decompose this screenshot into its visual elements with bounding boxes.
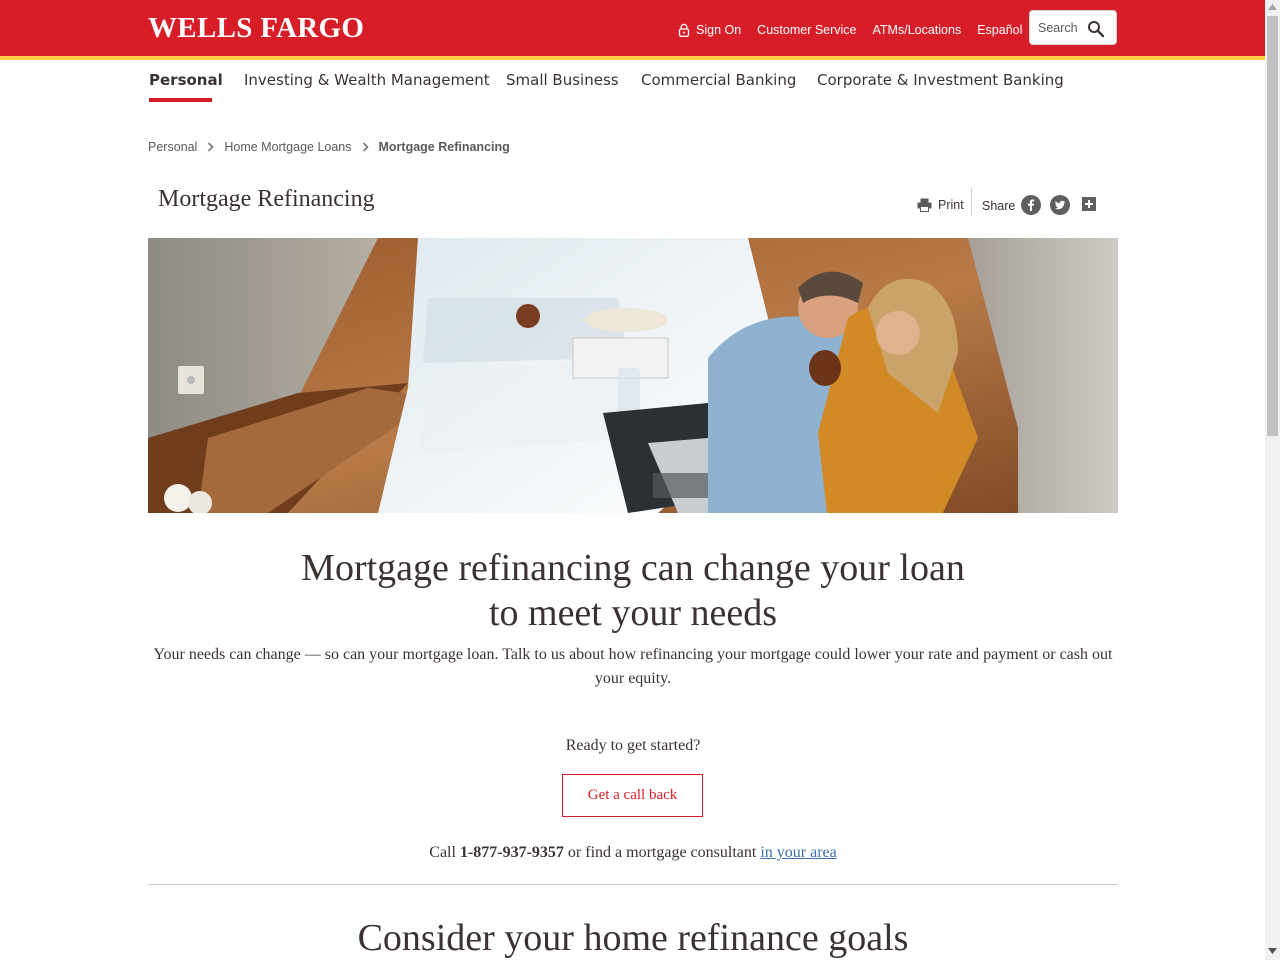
atms-locations-link[interactable]: ATMs/Locations <box>873 23 962 37</box>
nav-tab-corporate-investment[interactable]: Corporate & Investment Banking <box>817 71 1064 89</box>
breadcrumb-home-mortgage-loans[interactable]: Home Mortgage Loans <box>224 140 351 154</box>
intro-paragraph: Your needs can change — so can your mort… <box>153 646 1113 687</box>
chevron-right-icon <box>362 142 369 152</box>
scroll-up-arrow-icon[interactable] <box>1268 4 1277 10</box>
scroll-down-arrow-icon[interactable] <box>1268 948 1277 954</box>
nav-active-indicator <box>149 98 212 102</box>
search-icon[interactable] <box>1087 20 1105 38</box>
in-your-area-link[interactable]: in your area <box>760 844 836 861</box>
breadcrumb-current: Mortgage Refinancing <box>378 140 510 154</box>
twitter-icon[interactable] <box>1050 195 1070 215</box>
print-link[interactable]: Print <box>938 198 964 212</box>
espanol-link[interactable]: Español <box>977 23 1022 37</box>
breadcrumb-personal[interactable]: Personal <box>148 140 197 154</box>
nav-tab-investing-wealth[interactable]: Investing & Wealth Management <box>244 71 490 89</box>
main-headline-line-2: to meet your needs <box>488 592 778 634</box>
facebook-icon[interactable] <box>1021 195 1041 215</box>
call-middle-text: or find a mortgage consultant <box>567 844 757 861</box>
tools-divider <box>971 188 972 216</box>
get-call-back-button[interactable]: Get a call back <box>562 774 703 817</box>
nav-tab-personal[interactable]: Personal <box>149 71 223 89</box>
vertical-scrollbar[interactable] <box>1265 0 1280 960</box>
breadcrumb: Personal Home Mortgage Loans Mortgage Re… <box>148 140 510 154</box>
wells-fargo-logo[interactable]: WELLS FARGO <box>148 11 364 45</box>
lock-icon <box>678 23 690 37</box>
ready-prompt: Ready to get started? <box>565 737 701 754</box>
page-title: Mortgage Refinancing <box>158 186 375 212</box>
utility-nav: Sign On Customer Service ATMs/Locations … <box>678 22 1022 38</box>
call-line: Call 1-877-937-9357 or find a mortgage c… <box>148 841 1118 865</box>
phone-number[interactable]: 1-877-937-9357 <box>460 844 564 861</box>
main-headline-line-1: Mortgage refinancing can change your loa… <box>301 547 965 589</box>
more-share-plus-icon[interactable] <box>1082 197 1096 211</box>
main-headline: Mortgage refinancing can change your loa… <box>148 546 1118 636</box>
section-title: Consider your home refinance goals <box>357 917 909 959</box>
sign-on-link[interactable]: Sign On <box>678 23 741 37</box>
printer-icon[interactable] <box>917 198 932 212</box>
scrollbar-thumb[interactable] <box>1267 16 1278 436</box>
nav-tab-commercial-banking[interactable]: Commercial Banking <box>641 71 796 89</box>
nav-tab-small-business[interactable]: Small Business <box>506 71 619 89</box>
header-accent-strip <box>0 56 1265 60</box>
hero-photo-illustration <box>148 238 1118 513</box>
customer-service-link[interactable]: Customer Service <box>757 23 856 37</box>
chevron-right-icon <box>208 142 214 152</box>
search-input[interactable] <box>1038 20 1086 36</box>
search-box <box>1029 10 1117 45</box>
sign-on-label: Sign On <box>696 23 742 37</box>
share-label: Share <box>982 199 1016 213</box>
section-divider <box>148 884 1118 885</box>
call-prefix: Call <box>429 844 456 861</box>
hero-image <box>148 238 1118 513</box>
